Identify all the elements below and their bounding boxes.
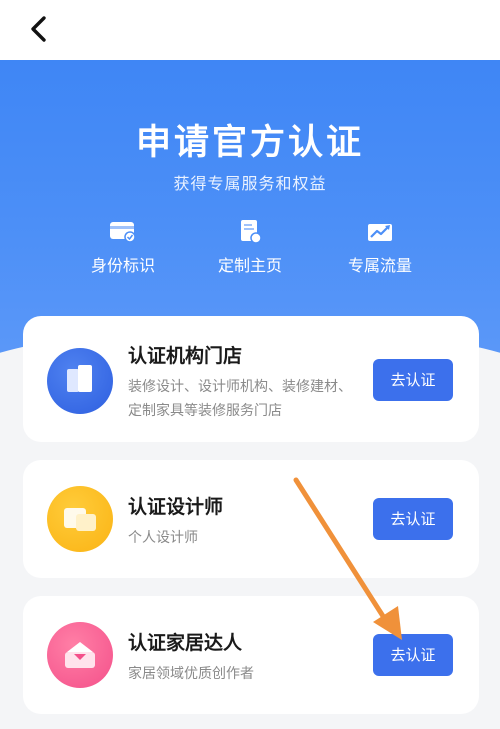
designer-icon bbox=[47, 486, 113, 552]
store-icon bbox=[47, 348, 113, 414]
benefit-label: 专属流量 bbox=[347, 256, 412, 275]
card-description: 装修设计、设计师机构、装修建材、定制家具等装修服务门店 bbox=[128, 379, 352, 419]
card-title: 认证机构门店 bbox=[128, 345, 243, 367]
card-description: 家居领域优质创作者 bbox=[128, 666, 254, 682]
certify-home-expert-card: 认证家居达人 家居领域优质创作者 去认证 bbox=[23, 596, 479, 714]
benefit-label: 定制主页 bbox=[217, 256, 282, 275]
hero-banner: 申请官方认证 获得专属服务和权益 身份标识 定制主页 专属流量 bbox=[0, 60, 500, 360]
benefit-traffic: 专属流量 bbox=[320, 218, 440, 276]
top-bar bbox=[0, 0, 500, 60]
card-title: 认证家居达人 bbox=[128, 632, 243, 654]
certify-store-card: 认证机构门店 装修设计、设计师机构、装修建材、定制家具等装修服务门店 去认证 bbox=[23, 316, 479, 442]
card-title: 认证设计师 bbox=[128, 496, 224, 518]
benefit-label: 身份标识 bbox=[90, 256, 155, 275]
traffic-trend-icon bbox=[368, 224, 392, 241]
id-card-icon bbox=[110, 222, 136, 243]
card-description: 个人设计师 bbox=[128, 530, 198, 546]
certify-button[interactable]: 去认证 bbox=[373, 634, 453, 676]
chevron-left-icon[interactable] bbox=[22, 12, 56, 46]
benefit-custom-page: 定制主页 bbox=[190, 218, 310, 276]
benefit-identity: 身份标识 bbox=[63, 218, 183, 276]
page-subtitle: 获得专属服务和权益 bbox=[173, 174, 327, 193]
certify-button[interactable]: 去认证 bbox=[373, 498, 453, 540]
page-title: 申请官方认证 bbox=[135, 123, 364, 163]
custom-page-icon bbox=[241, 220, 262, 244]
certify-button[interactable]: 去认证 bbox=[373, 359, 453, 401]
certify-designer-card: 认证设计师 个人设计师 去认证 bbox=[23, 460, 479, 578]
home-expert-icon bbox=[47, 622, 113, 688]
